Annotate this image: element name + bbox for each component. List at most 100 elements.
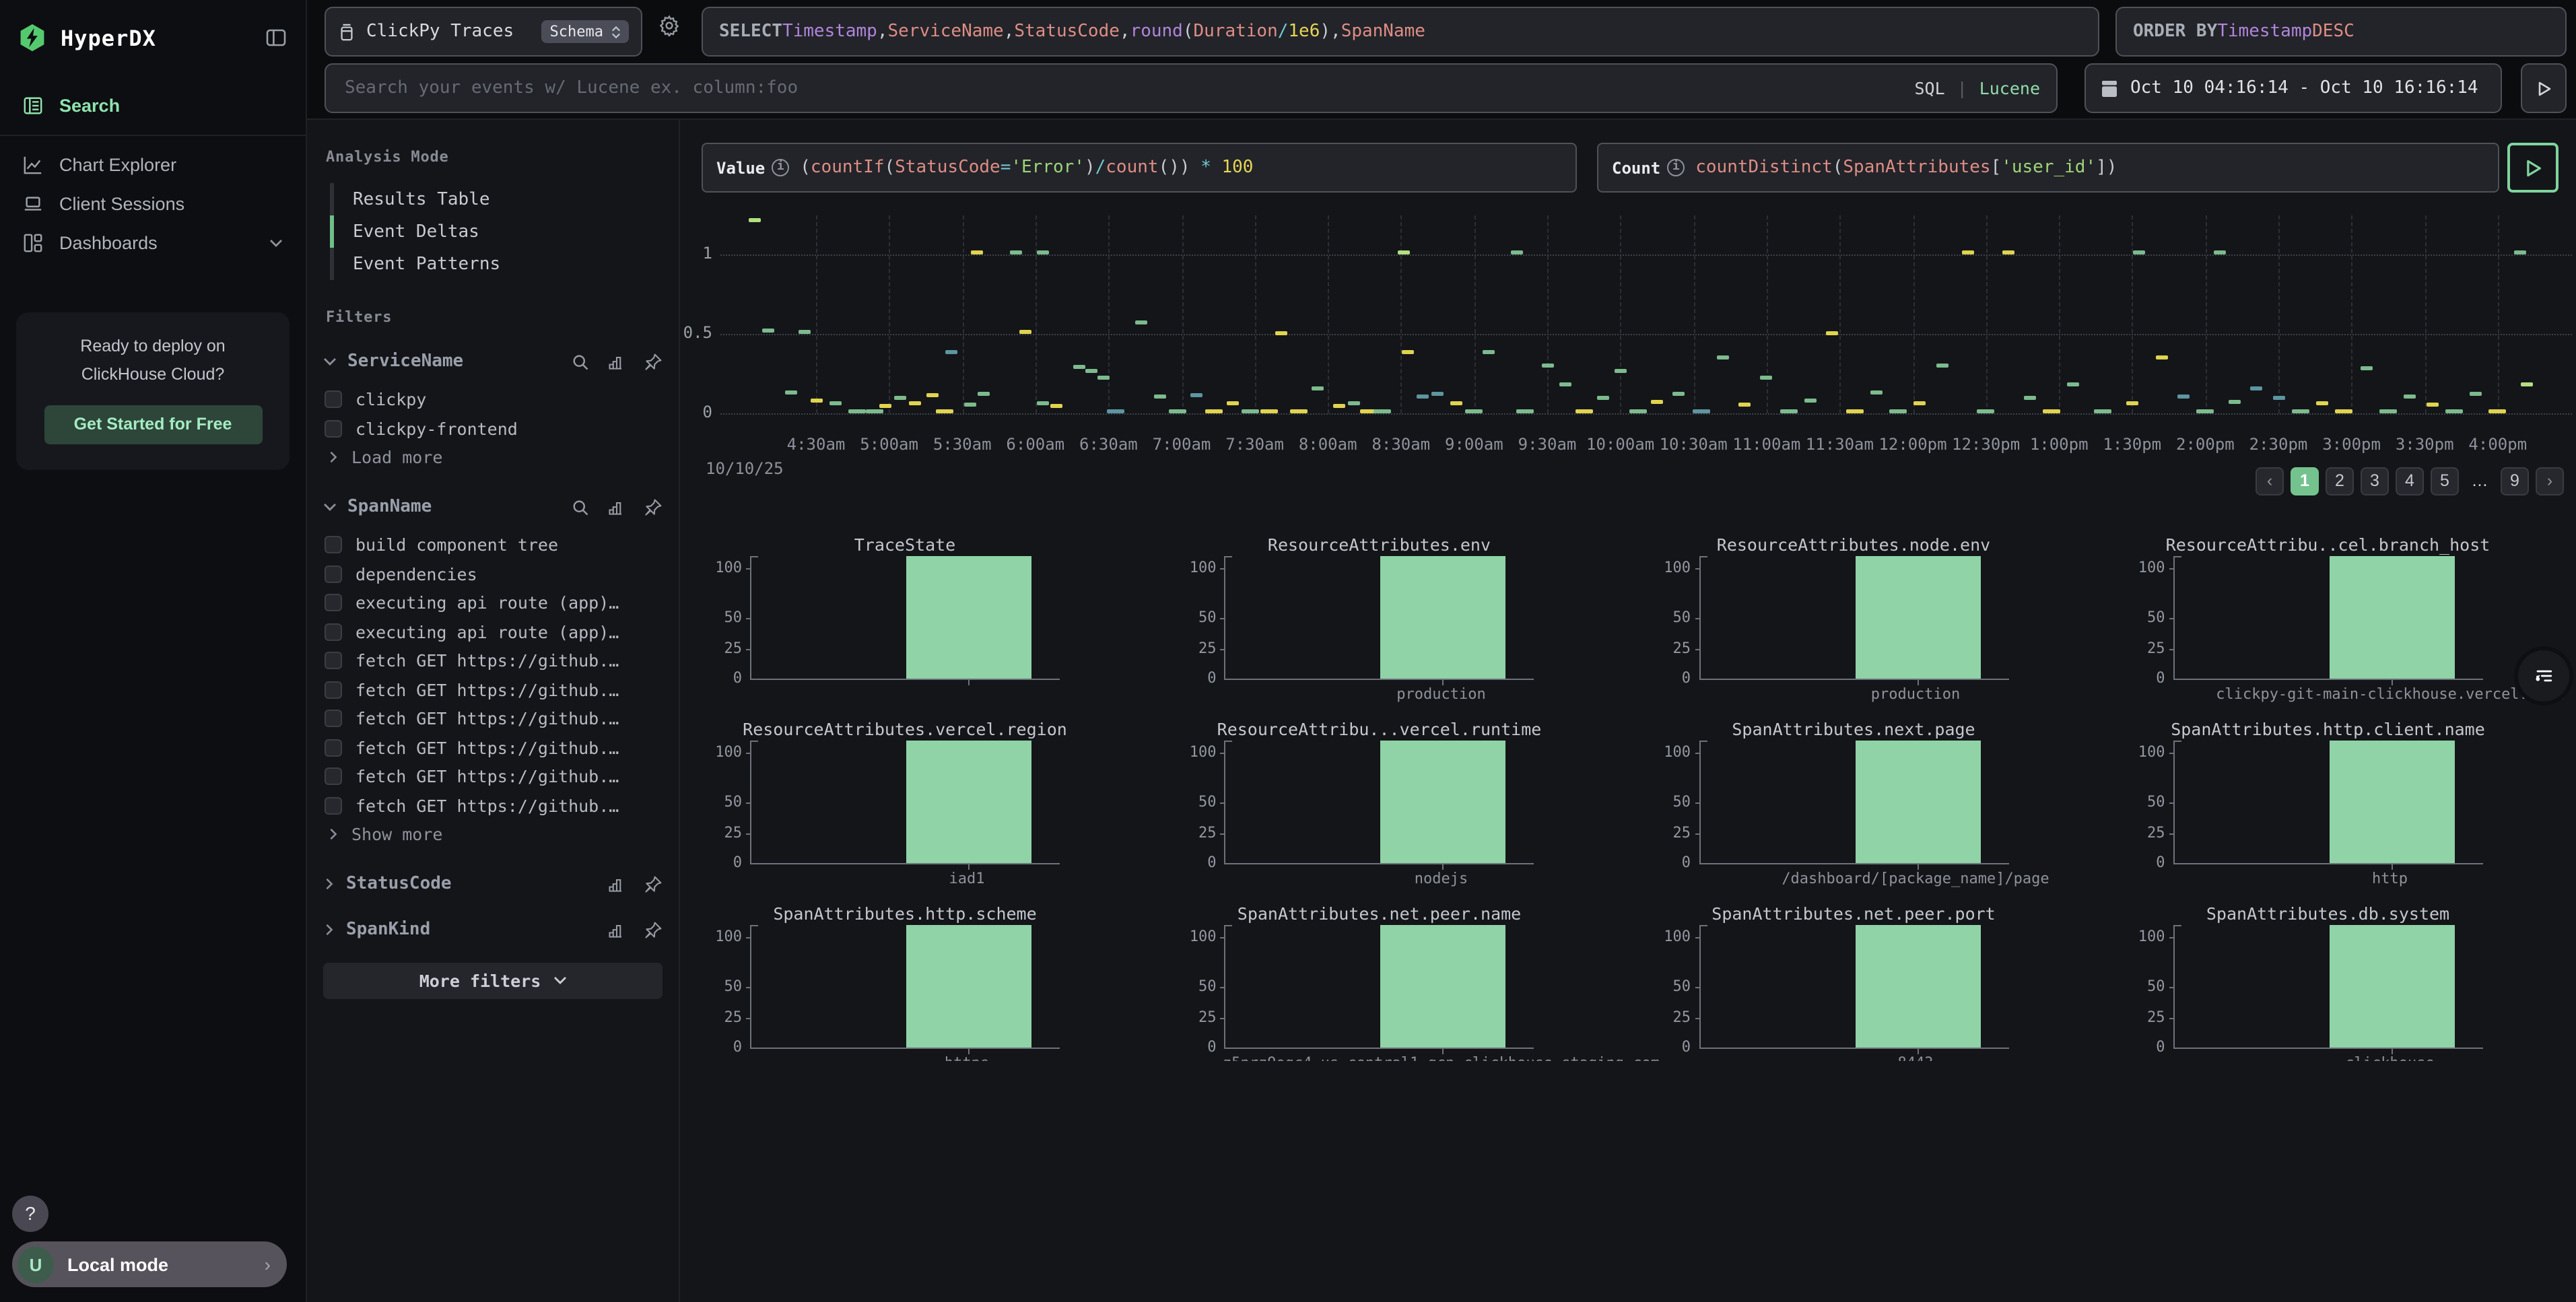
search-input[interactable] [342, 77, 1898, 100]
filter-item-label[interactable]: executing api route (app)… [355, 622, 619, 642]
analysis-mode-results-table[interactable]: Results Table [330, 183, 679, 215]
checkbox[interactable] [325, 710, 342, 728]
load-more-label: Show more [351, 824, 442, 844]
chart-icon [23, 155, 43, 175]
filter-item: fetch GET https://github.… [325, 762, 663, 791]
search-icon[interactable] [571, 352, 590, 371]
checkbox[interactable] [325, 537, 342, 554]
filter-group-header-statuscode[interactable]: StatusCode [323, 874, 663, 894]
local-mode-menu[interactable]: U Local mode › [12, 1241, 287, 1287]
pin-icon[interactable] [644, 498, 663, 516]
mini-x-category-label: /dashboard/[package_name]/page [1782, 870, 2049, 887]
checkbox[interactable] [325, 566, 342, 583]
pagination-prev[interactable]: ‹ [2256, 467, 2284, 495]
time-range-picker[interactable]: Oct 10 04:16:14 - Oct 10 16:16:14 [2084, 63, 2502, 113]
filter-item-label[interactable]: clickpy [355, 390, 426, 410]
get-started-button[interactable]: Get Started for Free [44, 405, 262, 444]
filter-item-label[interactable]: dependencies [355, 564, 477, 584]
mini-chart-title: SpanAttributes.net.peer.name [1184, 903, 1575, 924]
mini-chart-resourceattributes-node-env[interactable]: ResourceAttributes.node.env10050250produ… [1629, 535, 2103, 719]
load-more-link[interactable]: Show more [327, 820, 663, 848]
data-point [1450, 401, 1462, 405]
help-button[interactable]: ? [12, 1196, 48, 1232]
bar-chart-icon[interactable] [607, 875, 626, 893]
sidebar-collapse-icon[interactable] [265, 27, 287, 48]
checkbox[interactable] [325, 681, 342, 699]
run-query-button[interactable] [2507, 143, 2558, 193]
filter-group-header-servicename[interactable]: ServiceName [323, 351, 663, 372]
pagination-next[interactable]: › [2536, 467, 2564, 495]
mini-chart-resourceattributes-env[interactable]: ResourceAttributes.env10050250production [1155, 535, 1629, 719]
lucene-mode-toggle[interactable]: Lucene [1979, 78, 2040, 98]
bar-chart-icon[interactable] [607, 498, 626, 516]
y-axis-tick [1695, 936, 1700, 938]
mini-chart-spanattributes-next-page[interactable]: SpanAttributes.next.page10050250/dashboa… [1629, 719, 2103, 903]
checkbox[interactable] [325, 420, 342, 438]
filter-item-label[interactable]: fetch GET https://github.… [355, 796, 619, 816]
pin-icon[interactable] [644, 352, 663, 371]
checkbox[interactable] [325, 652, 342, 670]
schema-badge[interactable]: Schema [542, 20, 630, 43]
sql-select-editor[interactable]: SELECT Timestamp, ServiceName, StatusCod… [702, 7, 2099, 57]
pagination-page-9[interactable]: 9 [2501, 467, 2529, 495]
value-expression-input[interactable]: Value i (countIf(StatusCode='Error')/cou… [702, 143, 1577, 193]
pin-icon[interactable] [644, 920, 663, 939]
filter-item-label[interactable]: fetch GET https://github.… [355, 709, 619, 729]
mini-chart-spanattributes-net-peer-port[interactable]: SpanAttributes.net.peer.port100502508443 [1629, 903, 2103, 1061]
sql-mode-toggle[interactable]: SQL [1914, 78, 1944, 98]
filter-item-label[interactable]: clickpy-frontend [355, 419, 518, 439]
mini-chart-tracestate[interactable]: TraceState10050250 [680, 535, 1155, 719]
mini-chart-spanattributes-net-peer-name[interactable]: SpanAttributes.net.peer.name10050250z5nr… [1155, 903, 1629, 1061]
checkbox[interactable] [325, 768, 342, 786]
mini-chart-resourceattribu-cel-branch-host[interactable]: ResourceAttribu..cel.branch_host10050250… [2103, 535, 2576, 719]
checkbox[interactable] [325, 623, 342, 641]
bar-chart-icon[interactable] [607, 352, 626, 371]
checkbox[interactable] [325, 797, 342, 815]
pin-icon[interactable] [644, 875, 663, 893]
load-more-link[interactable]: Load more [327, 443, 663, 471]
checkbox[interactable] [325, 594, 342, 612]
sidebar-item-chart-explorer[interactable]: Chart Explorer [0, 145, 306, 184]
data-point [2404, 395, 2416, 399]
analysis-mode-event-deltas[interactable]: Event Deltas [330, 215, 679, 248]
data-point [1290, 409, 1308, 413]
count-expression-input[interactable]: Count i countDistinct(SpanAttributes['us… [1597, 143, 2499, 193]
pagination-page-1[interactable]: 1 [2291, 467, 2319, 495]
sidebar-item-dashboards[interactable]: Dashboards [0, 224, 306, 263]
pagination-page-3[interactable]: 3 [2361, 467, 2389, 495]
chart-settings-fab[interactable] [2518, 650, 2569, 701]
mini-chart-resourceattribu-vercel-runtime[interactable]: ResourceAttribu...vercel.runtime10050250… [1155, 719, 1629, 903]
checkbox[interactable] [325, 391, 342, 409]
mini-chart-resourceattributes-vercel-region[interactable]: ResourceAttributes.vercel.region10050250… [680, 719, 1155, 903]
filter-item-label[interactable]: executing api route (app)… [355, 593, 619, 613]
event-deltas-chart[interactable]: 10/10/25 00.514:30am5:00am5:30am6:00am6:… [680, 187, 2576, 477]
sidebar-item-search[interactable]: Search [0, 86, 306, 125]
mini-chart-spanattributes-http-scheme[interactable]: SpanAttributes.http.scheme10050250https [680, 903, 1155, 1061]
checkbox[interactable] [325, 739, 342, 757]
filter-group-header-spankind[interactable]: SpanKind [323, 920, 663, 940]
filter-item-label[interactable]: fetch GET https://github.… [355, 651, 619, 671]
data-point [1037, 251, 1049, 255]
run-search-button[interactable] [2521, 63, 2567, 113]
order-by-editor[interactable]: ORDER BY Timestamp DESC [2115, 7, 2567, 57]
filter-item-label[interactable]: build component tree [355, 535, 558, 555]
data-point [1134, 320, 1147, 324]
filter-group-header-spanname[interactable]: SpanName [323, 497, 663, 517]
filter-groups: ServiceName clickpy clickpy-frontend Load m… [307, 351, 679, 940]
pagination-page-4[interactable]: 4 [2396, 467, 2424, 495]
gear-icon[interactable] [658, 15, 680, 36]
pagination-page-2[interactable]: 2 [2326, 467, 2354, 495]
source-selector[interactable]: ClickPy Traces Schema [325, 7, 642, 57]
sidebar-item-client-sessions[interactable]: Client Sessions [0, 184, 306, 224]
mini-chart-spanattributes-http-client-name[interactable]: SpanAttributes.http.client.name10050250h… [2103, 719, 2576, 903]
search-icon[interactable] [571, 498, 590, 516]
filter-item-label[interactable]: fetch GET https://github.… [355, 767, 619, 787]
mini-chart-spanattributes-db-system[interactable]: SpanAttributes.db.system10050250clickhou… [2103, 903, 2576, 1061]
analysis-mode-event-patterns[interactable]: Event Patterns [330, 248, 679, 280]
filter-item-label[interactable]: fetch GET https://github.… [355, 680, 619, 700]
more-filters-button[interactable]: More filters [323, 963, 663, 999]
pagination-page-5[interactable]: 5 [2431, 467, 2459, 495]
filter-item: fetch GET https://github.… [325, 733, 663, 762]
bar-chart-icon[interactable] [607, 920, 626, 939]
filter-item-label[interactable]: fetch GET https://github.… [355, 738, 619, 758]
